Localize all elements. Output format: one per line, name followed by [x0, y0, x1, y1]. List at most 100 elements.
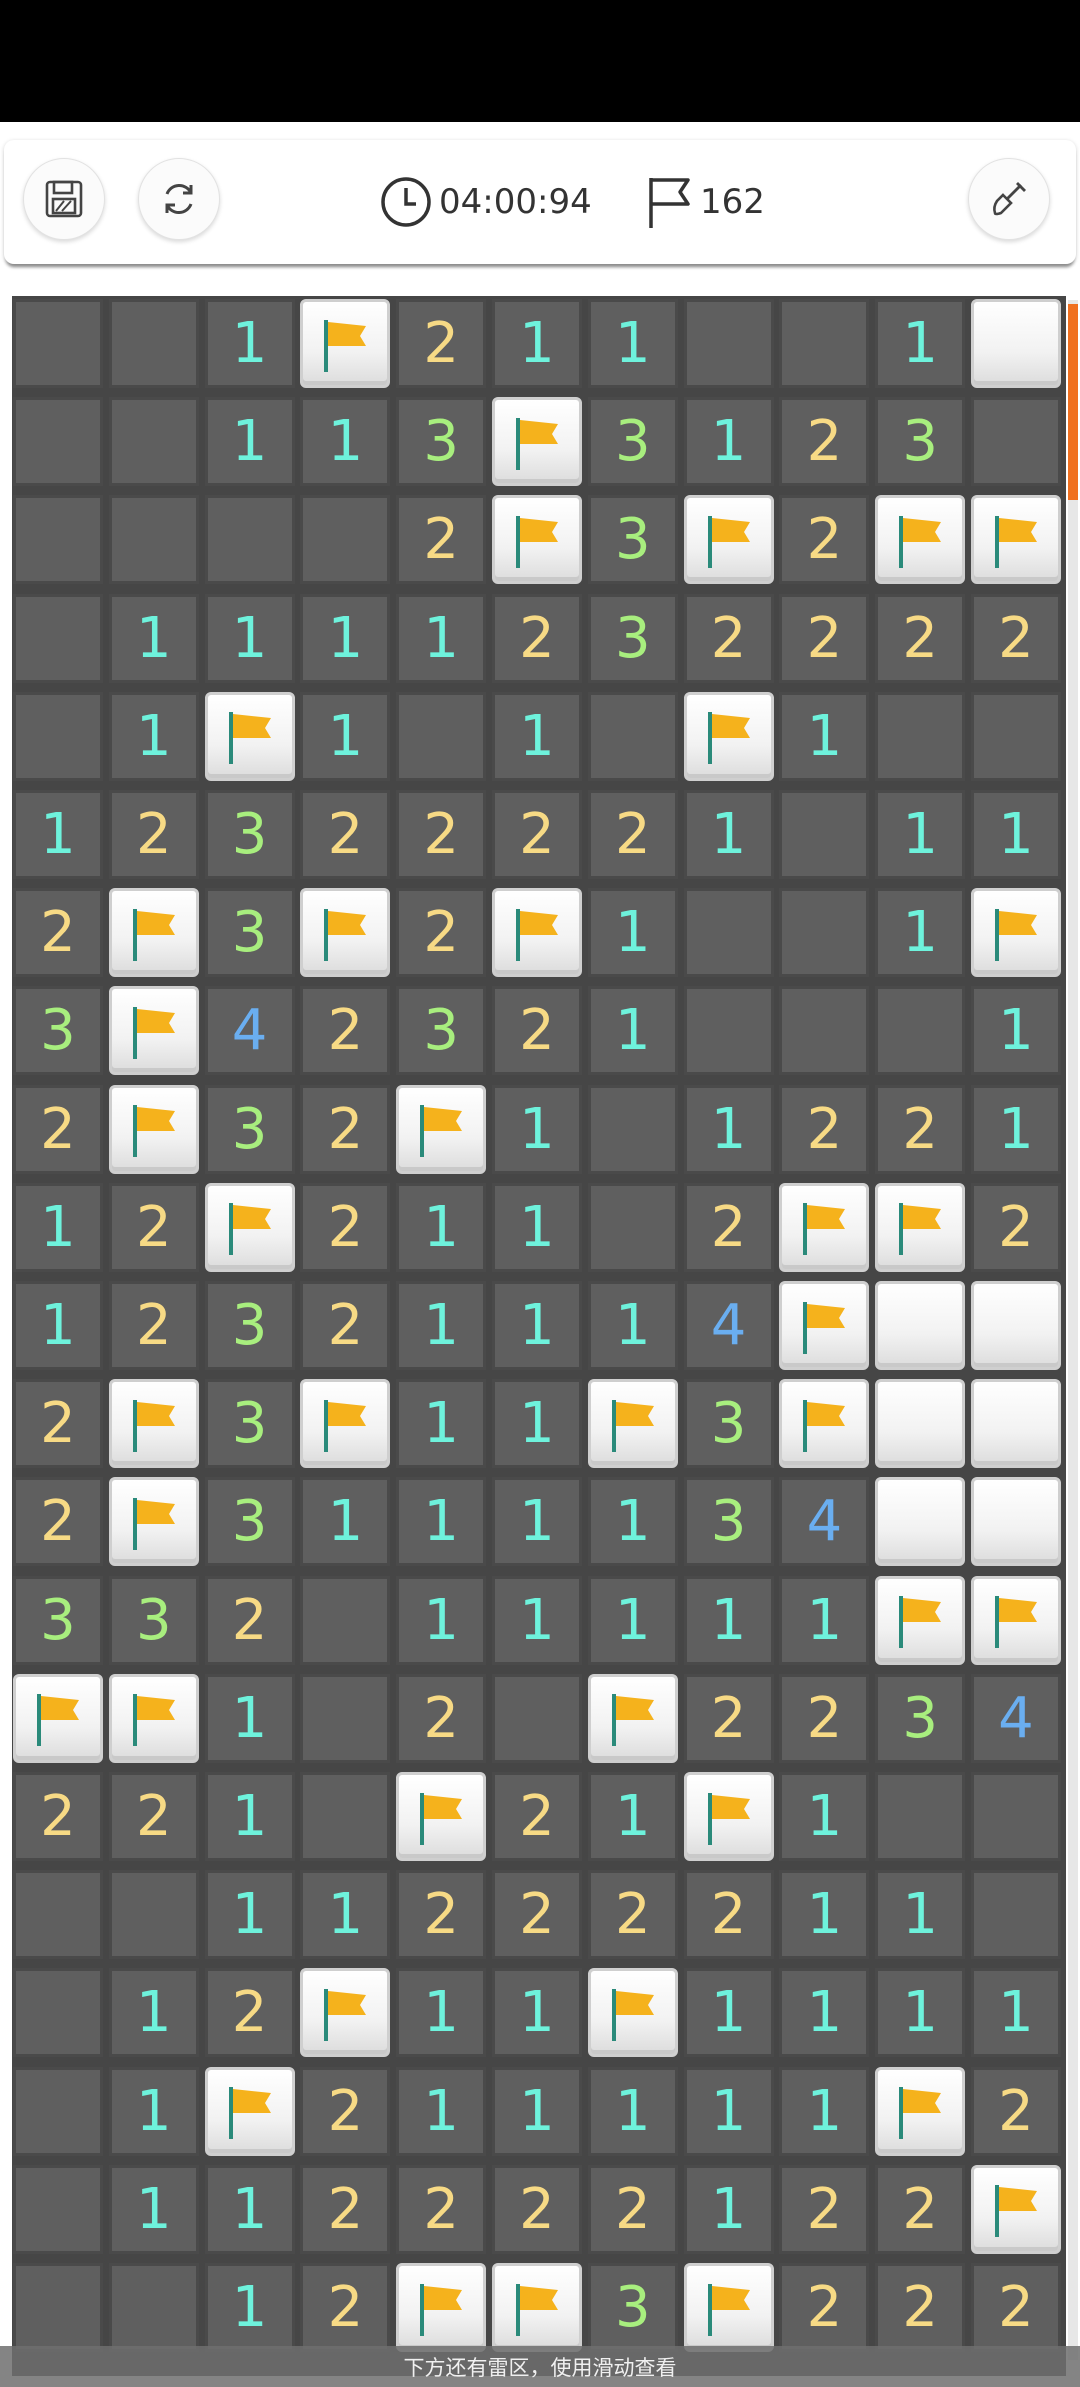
flagged-cell[interactable]: [971, 2164, 1061, 2254]
flagged-cell[interactable]: [204, 1182, 295, 1272]
number-cell[interactable]: 1: [204, 593, 295, 683]
number-cell[interactable]: 1: [13, 790, 103, 879]
empty-cell[interactable]: [683, 299, 774, 388]
number-cell[interactable]: 1: [396, 1379, 487, 1469]
number-cell[interactable]: 2: [779, 593, 870, 683]
number-cell[interactable]: 1: [875, 1968, 966, 2058]
number-cell[interactable]: 1: [779, 1968, 870, 2058]
empty-cell[interactable]: [108, 495, 199, 585]
flagged-cell[interactable]: [875, 2066, 966, 2156]
number-cell[interactable]: 1: [683, 397, 774, 487]
number-cell[interactable]: 3: [204, 1084, 295, 1174]
number-cell[interactable]: 1: [204, 299, 295, 388]
flagged-cell[interactable]: [108, 986, 199, 1076]
number-cell[interactable]: 1: [492, 1084, 582, 1174]
empty-cell[interactable]: [108, 2263, 199, 2352]
number-cell[interactable]: 1: [396, 2066, 487, 2156]
number-cell[interactable]: 1: [396, 1477, 487, 1567]
restart-button[interactable]: [138, 158, 220, 240]
number-cell[interactable]: 2: [396, 2164, 487, 2254]
number-cell[interactable]: 2: [108, 790, 199, 879]
number-cell[interactable]: 3: [396, 397, 487, 487]
number-cell[interactable]: 3: [683, 1379, 774, 1469]
number-cell[interactable]: 2: [13, 1379, 103, 1469]
number-cell[interactable]: 1: [587, 888, 678, 978]
number-cell[interactable]: 1: [492, 2066, 582, 2156]
number-cell[interactable]: 1: [108, 593, 199, 683]
number-cell[interactable]: 1: [683, 1084, 774, 1174]
empty-cell[interactable]: [13, 1968, 103, 2058]
number-cell[interactable]: 2: [204, 1575, 295, 1665]
flagged-cell[interactable]: [587, 1673, 678, 1763]
number-cell[interactable]: 2: [300, 1182, 391, 1272]
flagged-cell[interactable]: [396, 1084, 487, 1174]
number-cell[interactable]: 2: [587, 790, 678, 879]
number-cell[interactable]: 2: [13, 1477, 103, 1567]
number-cell[interactable]: 1: [587, 2066, 678, 2156]
empty-cell[interactable]: [492, 1673, 582, 1763]
number-cell[interactable]: 2: [971, 2066, 1061, 2156]
empty-cell[interactable]: [779, 299, 870, 388]
number-cell[interactable]: 2: [13, 1084, 103, 1174]
flagged-cell[interactable]: [492, 397, 582, 487]
number-cell[interactable]: 1: [300, 593, 391, 683]
number-cell[interactable]: 1: [492, 691, 582, 781]
number-cell[interactable]: 2: [875, 593, 966, 683]
number-cell[interactable]: 2: [779, 1084, 870, 1174]
number-cell[interactable]: 1: [587, 1575, 678, 1665]
empty-cell[interactable]: [204, 495, 295, 585]
number-cell[interactable]: 4: [683, 1281, 774, 1370]
number-cell[interactable]: 3: [587, 2263, 678, 2352]
flagged-cell[interactable]: [300, 1968, 391, 2058]
flagged-cell[interactable]: [683, 2263, 774, 2352]
number-cell[interactable]: 1: [683, 2164, 774, 2254]
number-cell[interactable]: 1: [492, 1477, 582, 1567]
flagged-cell[interactable]: [779, 1182, 870, 1272]
number-cell[interactable]: 2: [587, 1870, 678, 1960]
flagged-cell[interactable]: [204, 2066, 295, 2156]
number-cell[interactable]: 2: [683, 1673, 774, 1763]
number-cell[interactable]: 1: [13, 1281, 103, 1370]
number-cell[interactable]: 1: [971, 986, 1061, 1076]
number-cell[interactable]: 1: [396, 1575, 487, 1665]
empty-cell[interactable]: [971, 1772, 1061, 1861]
number-cell[interactable]: 2: [779, 2164, 870, 2254]
number-cell[interactable]: 1: [492, 299, 582, 388]
number-cell[interactable]: 2: [300, 2263, 391, 2352]
number-cell[interactable]: 2: [108, 1281, 199, 1370]
unopened-cell[interactable]: [875, 1281, 966, 1370]
number-cell[interactable]: 2: [396, 790, 487, 879]
flagged-cell[interactable]: [108, 1084, 199, 1174]
flagged-cell[interactable]: [108, 888, 199, 978]
number-cell[interactable]: 2: [587, 2164, 678, 2254]
number-cell[interactable]: 1: [108, 1968, 199, 2058]
number-cell[interactable]: 1: [396, 1281, 487, 1370]
empty-cell[interactable]: [13, 1870, 103, 1960]
flagged-cell[interactable]: [108, 1477, 199, 1567]
number-cell[interactable]: 2: [971, 1182, 1061, 1272]
flagged-cell[interactable]: [683, 691, 774, 781]
number-cell[interactable]: 2: [396, 495, 487, 585]
number-cell[interactable]: 1: [492, 1281, 582, 1370]
number-cell[interactable]: 2: [492, 790, 582, 879]
number-cell[interactable]: 2: [300, 1084, 391, 1174]
number-cell[interactable]: 2: [971, 593, 1061, 683]
flagged-cell[interactable]: [875, 1575, 966, 1665]
number-cell[interactable]: 3: [204, 790, 295, 879]
flagged-cell[interactable]: [587, 1379, 678, 1469]
number-cell[interactable]: 2: [875, 2164, 966, 2254]
number-cell[interactable]: 3: [875, 1673, 966, 1763]
number-cell[interactable]: 3: [108, 1575, 199, 1665]
number-cell[interactable]: 2: [108, 1182, 199, 1272]
number-cell[interactable]: 1: [396, 1968, 487, 2058]
number-cell[interactable]: 1: [971, 1084, 1061, 1174]
number-cell[interactable]: 1: [779, 1870, 870, 1960]
unopened-cell[interactable]: [971, 1379, 1061, 1469]
number-cell[interactable]: 1: [300, 691, 391, 781]
number-cell[interactable]: 2: [875, 2263, 966, 2352]
empty-cell[interactable]: [875, 986, 966, 1076]
flagged-cell[interactable]: [396, 1772, 487, 1861]
number-cell[interactable]: 2: [300, 2066, 391, 2156]
number-cell[interactable]: 2: [300, 2164, 391, 2254]
number-cell[interactable]: 3: [875, 397, 966, 487]
